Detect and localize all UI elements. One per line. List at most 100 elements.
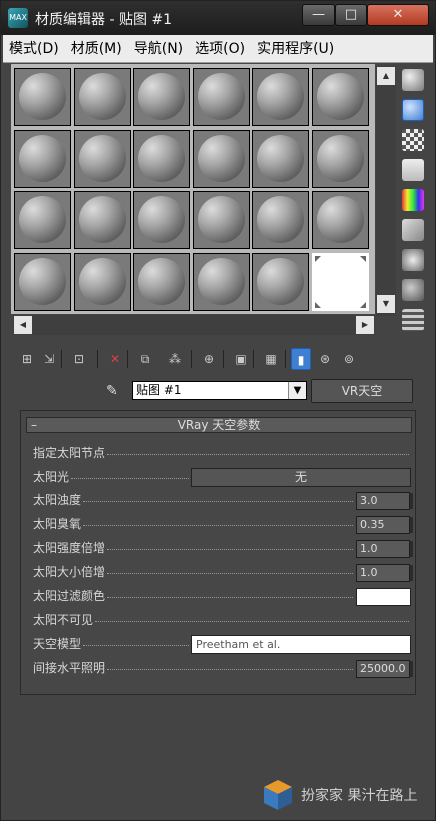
sky-model-dropdown[interactable]: Preetham et al. xyxy=(191,635,411,654)
material-sphere xyxy=(138,134,185,182)
sample-slot[interactable] xyxy=(73,191,131,249)
sample-slot[interactable] xyxy=(192,252,250,311)
eyedropper-icon[interactable]: ✎ xyxy=(106,383,124,401)
options-icon[interactable] xyxy=(402,249,424,271)
material-sphere xyxy=(78,73,126,120)
scroll-left-icon[interactable]: ◀ xyxy=(14,316,32,334)
sun-light-button[interactable]: 无 xyxy=(191,468,411,487)
slot-corner-marker xyxy=(314,255,321,262)
sample-slot[interactable] xyxy=(14,191,71,249)
material-sphere xyxy=(78,134,126,182)
sample-slot[interactable] xyxy=(73,129,131,188)
watermark: 扮家家 果汁在路上 xyxy=(263,779,433,815)
backlight-icon[interactable] xyxy=(402,99,424,121)
map-name-value: 贴图 #1 xyxy=(136,383,182,397)
sample-slot[interactable] xyxy=(133,129,190,188)
sample-slot[interactable] xyxy=(311,191,369,249)
param-label: 太阳臭氧 xyxy=(33,517,82,531)
make-preview-icon[interactable] xyxy=(402,219,424,241)
sample-uv-tiling-icon[interactable] xyxy=(402,159,424,181)
toolbar-separator xyxy=(285,350,286,368)
sample-slot[interactable] xyxy=(311,129,369,188)
rollout-title: VRay 天空参数 xyxy=(177,418,261,432)
sample-slot[interactable] xyxy=(192,129,250,188)
chevron-down-icon[interactable]: ▼ xyxy=(288,382,306,399)
menu-utilities[interactable]: 实用程序(U) xyxy=(251,35,340,63)
vertical-scrollbar[interactable]: ▲ ▼ xyxy=(376,66,396,316)
material-sphere xyxy=(257,134,304,182)
param-spinner[interactable]: 25000.0 xyxy=(356,660,413,678)
sample-slot[interactable] xyxy=(133,68,190,126)
sample-slot[interactable] xyxy=(311,252,369,311)
material-editor-window: MAX 材质编辑器 - 贴图 #1 — □ ✕ 模式(D) 材质(M) 导航(N) 选… xyxy=(0,0,436,821)
go-to-parent-icon[interactable]: ⊛ xyxy=(315,348,335,370)
sample-slot[interactable] xyxy=(311,68,369,126)
sample-type-icon[interactable] xyxy=(402,69,424,91)
show-shaded-icon[interactable]: ▦ xyxy=(261,348,281,370)
put-to-scene-icon[interactable]: ⇲ xyxy=(39,348,59,370)
put-to-library-icon[interactable]: ⊕ xyxy=(199,348,219,370)
sample-slot[interactable] xyxy=(133,191,190,249)
minimize-button[interactable]: — xyxy=(302,4,335,26)
scroll-down-icon[interactable]: ▼ xyxy=(377,295,395,313)
close-button[interactable]: ✕ xyxy=(367,4,429,26)
menu-options[interactable]: 选项(O) xyxy=(189,35,251,63)
sample-slot[interactable] xyxy=(14,129,71,188)
toolbar-separator xyxy=(127,350,128,368)
sample-slot-grid xyxy=(11,64,375,314)
scroll-right-icon[interactable]: ▶ xyxy=(356,316,374,334)
sun-filter-color-swatch[interactable] xyxy=(356,588,411,606)
sample-slot[interactable] xyxy=(14,252,71,311)
sample-slot[interactable] xyxy=(73,68,131,126)
sample-slot[interactable] xyxy=(192,68,250,126)
material-sphere xyxy=(197,73,245,120)
param-leader-dots xyxy=(95,621,409,622)
material-sphere xyxy=(138,196,185,243)
slot-corner-marker xyxy=(359,301,366,308)
sample-slot[interactable] xyxy=(133,252,190,311)
sample-slot[interactable] xyxy=(73,252,131,311)
get-material-icon[interactable]: ⊞ xyxy=(17,348,37,370)
rollout-header[interactable]: – VRay 天空参数 xyxy=(26,417,412,433)
material-sphere xyxy=(138,73,185,120)
maximize-button[interactable]: □ xyxy=(335,4,367,26)
param-label: 太阳光 xyxy=(33,470,70,484)
menu-navigation[interactable]: 导航(N) xyxy=(128,35,189,63)
sample-slot[interactable] xyxy=(192,191,250,249)
sample-slot[interactable] xyxy=(252,191,309,249)
material-id-icon[interactable]: ▣ xyxy=(231,348,251,370)
map-name-field[interactable]: 贴图 #1 ▼ xyxy=(132,381,307,400)
sample-slot[interactable] xyxy=(14,68,71,126)
show-end-result-icon[interactable]: ▮ xyxy=(291,348,311,370)
sample-options-sidebar xyxy=(399,66,429,336)
make-unique-icon[interactable]: ⁂ xyxy=(165,348,185,370)
window-title: 材质编辑器 - 贴图 #1 xyxy=(35,12,173,28)
sample-slot[interactable] xyxy=(252,129,309,188)
material-sphere xyxy=(197,196,245,243)
reset-map-icon[interactable]: ✕ xyxy=(105,348,125,370)
make-copy-icon[interactable]: ⧉ xyxy=(135,348,155,370)
assign-to-selection-icon[interactable]: ⊡ xyxy=(69,348,89,370)
horizontal-scrollbar[interactable]: ◀ ▶ xyxy=(13,315,375,335)
param-spinner[interactable]: 1.0 xyxy=(356,564,413,582)
map-type-button[interactable]: VR天空 xyxy=(311,379,413,403)
param-spinner[interactable]: 0.35 xyxy=(356,516,413,534)
material-map-navigator-icon[interactable] xyxy=(402,309,424,331)
video-color-check-icon[interactable] xyxy=(402,189,424,211)
scroll-up-icon[interactable]: ▲ xyxy=(377,67,395,85)
sample-slot[interactable] xyxy=(252,252,309,311)
sample-slot[interactable] xyxy=(252,68,309,126)
go-forward-icon[interactable]: ⊚ xyxy=(339,348,359,370)
select-by-material-icon[interactable] xyxy=(402,279,424,301)
param-spinner[interactable]: 3.0 xyxy=(356,492,413,510)
menu-mode[interactable]: 模式(D) xyxy=(3,35,65,63)
toolbar-separator xyxy=(253,350,254,368)
param-spinner[interactable]: 1.0 xyxy=(356,540,413,558)
param-leader-dots xyxy=(107,669,353,670)
background-icon[interactable] xyxy=(402,129,424,151)
material-sphere xyxy=(78,257,126,305)
param-label: 太阳浊度 xyxy=(33,493,82,507)
material-sphere xyxy=(316,73,364,120)
title-bar[interactable]: MAX 材质编辑器 - 贴图 #1 — □ ✕ xyxy=(1,1,435,35)
menu-material[interactable]: 材质(M) xyxy=(65,35,128,63)
